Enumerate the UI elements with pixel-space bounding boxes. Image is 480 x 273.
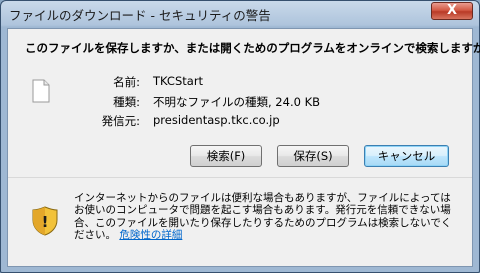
download-dialog-window: ファイルのダウンロード - セキュリティの警告 X このファイルを保存しますか、… — [0, 0, 480, 273]
cancel-button[interactable]: キャンセル — [364, 145, 449, 167]
svg-text:!: ! — [42, 213, 49, 231]
file-type-value: 不明なファイルの種類, 24.0 KB — [153, 95, 321, 109]
file-source-label: 発信元: — [101, 114, 140, 128]
file-name-value: TKCStart — [153, 74, 204, 88]
save-button[interactable]: 保存(S) — [277, 145, 349, 167]
security-shield-icon: ! — [32, 206, 58, 236]
dialog-body: このファイルを保存しますか、または開くためのプログラムをオンラインで検索しますか… — [7, 28, 480, 267]
search-button[interactable]: 検索(F) — [190, 145, 262, 167]
title-bar[interactable]: ファイルのダウンロード - セキュリティの警告 X — [1, 1, 479, 27]
security-warning-panel: ! インターネットからのファイルは便利な場合もありますが、ファイルによってはお使… — [8, 178, 472, 266]
risk-details-link[interactable]: 危険性の詳細 — [119, 229, 182, 241]
download-question: このファイルを保存しますか、または開くためのプログラムをオンラインで検索しますか… — [25, 41, 480, 55]
file-source-value: presidentasp.tkc.co.jp — [153, 113, 280, 127]
warning-message: インターネットからのファイルは便利な場合もありますが、ファイルによってはお使いの… — [74, 192, 459, 242]
file-type-label: 種類: — [113, 95, 140, 109]
blank-file-icon — [32, 79, 50, 103]
close-button[interactable]: X — [431, 2, 473, 20]
file-name-label: 名前: — [113, 75, 140, 89]
window-title: ファイルのダウンロード - セキュリティの警告 — [9, 8, 271, 23]
